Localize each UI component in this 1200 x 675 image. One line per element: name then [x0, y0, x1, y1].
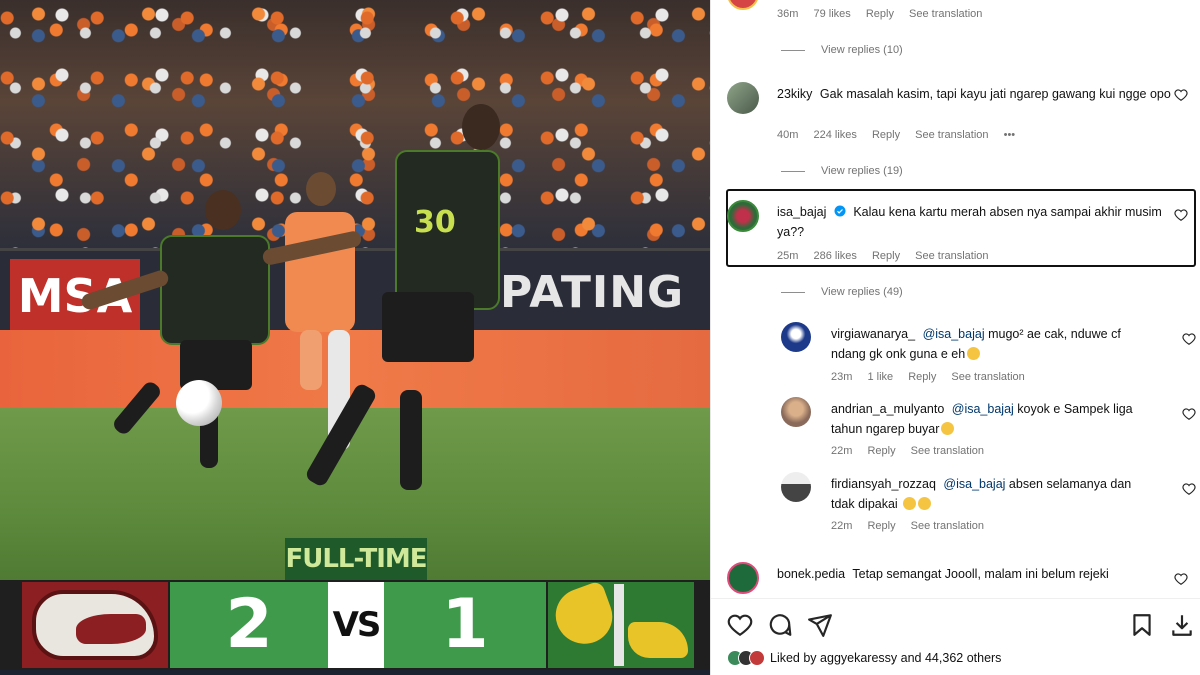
divider — [711, 598, 1200, 599]
comments-panel: 36m 79 likes Reply See translation View … — [710, 0, 1200, 675]
heart-icon[interactable] — [1174, 88, 1188, 102]
comment-text: Tetap semangat Joooll, malam ini belum r… — [852, 567, 1109, 581]
avatar[interactable] — [781, 322, 811, 352]
view-replies-button[interactable]: View replies (19) — [781, 165, 903, 177]
avatar[interactable] — [727, 562, 759, 594]
comment-likes[interactable]: 286 likes — [813, 250, 856, 262]
reply-andrian: andrian_a_mulyanto @isa_bajaj koyok e Sa… — [781, 397, 1196, 467]
avatar[interactable] — [727, 0, 759, 10]
liked-by-suffix[interactable]: and 44,362 others — [901, 651, 1002, 665]
comment-likes[interactable]: 1 like — [867, 371, 893, 383]
liked-by-user[interactable]: aggyekaressy — [820, 651, 897, 665]
heart-icon[interactable] — [1182, 407, 1196, 421]
away-score: 1 — [441, 585, 489, 664]
post-image[interactable]: MSA PATING 30 FULL-TIME 2 VS 1 — [0, 0, 710, 675]
view-replies-label: View replies (10) — [821, 44, 903, 56]
avatar[interactable] — [781, 472, 811, 502]
laughing-emoji-icon — [918, 497, 932, 510]
see-translation-link[interactable]: See translation — [951, 371, 1024, 383]
football — [176, 380, 222, 426]
comment-time: 25m — [777, 250, 799, 262]
reply-button[interactable]: Reply — [908, 371, 936, 383]
comment-top: 36m 79 likes Reply See translation — [727, 0, 1192, 48]
reply-username[interactable]: andrian_a_mulyanto — [831, 402, 944, 416]
share-icon[interactable] — [807, 612, 833, 638]
comment-username[interactable]: 23kiky — [777, 87, 812, 101]
home-score: 2 — [225, 585, 273, 664]
download-icon[interactable] — [1169, 612, 1195, 638]
comment-username[interactable]: bonek.pedia — [777, 567, 845, 581]
view-replies-label: View replies (49) — [821, 286, 903, 298]
liked-by: Liked by aggyekaressy and 44,362 others — [727, 650, 1001, 666]
home-team-logo — [22, 582, 168, 668]
liked-by-prefix: Liked by — [770, 651, 817, 665]
ad-pating-text: PATING — [500, 267, 685, 318]
mention-link[interactable]: @isa_bajaj — [952, 402, 1014, 416]
see-translation-link[interactable]: See translation — [909, 8, 982, 20]
reply-button[interactable]: Reply — [867, 520, 895, 532]
laughing-emoji-icon — [903, 497, 917, 510]
view-replies-label: View replies (19) — [821, 165, 903, 177]
heart-icon[interactable] — [1174, 572, 1188, 586]
comment-time: 40m — [777, 129, 799, 141]
mention-link[interactable]: @isa_bajaj — [923, 327, 985, 341]
action-bar — [727, 610, 1197, 640]
view-replies-button[interactable]: View replies (49) — [781, 286, 903, 298]
reply-button[interactable]: Reply — [872, 250, 900, 262]
comment-username[interactable]: isa_bajaj — [777, 205, 826, 219]
vs-label: VS — [328, 582, 384, 668]
heart-icon[interactable] — [1182, 482, 1196, 496]
mention-link[interactable]: @isa_bajaj — [943, 477, 1005, 491]
comment-time: 23m — [831, 371, 853, 383]
avatar[interactable] — [727, 82, 759, 114]
shirt-number: 30 — [414, 205, 456, 240]
comment-likes[interactable]: 224 likes — [813, 129, 856, 141]
away-team-logo — [548, 580, 694, 668]
comment-bonek-pedia: bonek.pedia Tetap semangat Joooll, malam… — [727, 562, 1192, 598]
see-translation-link[interactable]: See translation — [911, 445, 984, 457]
comment-time: 22m — [831, 445, 853, 457]
comment-time: 22m — [831, 520, 853, 532]
avatar[interactable] — [727, 200, 759, 232]
comment-isa-bajaj: isa_bajaj Kalau kena kartu merah absen n… — [727, 200, 1192, 270]
see-translation-link[interactable]: See translation — [911, 520, 984, 532]
score-bar: 2 VS 1 — [0, 580, 710, 670]
comment-likes[interactable]: 79 likes — [813, 8, 850, 20]
full-time-banner: FULL-TIME — [285, 538, 428, 580]
reply-firdiansyah: firdiansyah_rozzaq @isa_bajaj absen sela… — [781, 472, 1196, 542]
view-replies-button[interactable]: View replies (10) — [781, 44, 903, 56]
reply-virgiawanarya: virgiawanarya_ @isa_bajaj mugo² ae cak, … — [781, 322, 1196, 392]
verified-icon — [834, 205, 846, 217]
see-translation-link[interactable]: See translation — [915, 250, 988, 262]
heart-icon[interactable] — [1182, 332, 1196, 346]
comment-23kiky: 23kiky Gak masalah kasim, tapi kayu jati… — [727, 82, 1192, 152]
more-options-icon[interactable]: ••• — [1004, 129, 1016, 141]
comment-time: 36m — [777, 8, 799, 20]
comment-icon[interactable] — [767, 612, 793, 638]
reply-button[interactable]: Reply — [867, 445, 895, 457]
heart-icon[interactable] — [1174, 208, 1188, 222]
reply-button[interactable]: Reply — [866, 8, 894, 20]
stadium-crowd — [0, 0, 710, 255]
see-translation-link[interactable]: See translation — [915, 129, 988, 141]
liker-avatar[interactable] — [749, 650, 765, 666]
reply-username[interactable]: virgiawanarya_ — [831, 327, 915, 341]
avatar[interactable] — [781, 397, 811, 427]
comment-text: Gak masalah kasim, tapi kayu jati ngarep… — [819, 87, 1171, 101]
grimace-emoji-icon — [941, 422, 955, 435]
reply-username[interactable]: firdiansyah_rozzaq — [831, 477, 936, 491]
bookmark-icon[interactable] — [1129, 612, 1155, 638]
laughing-emoji-icon — [967, 347, 981, 360]
reply-button[interactable]: Reply — [872, 129, 900, 141]
like-heart-icon[interactable] — [727, 612, 753, 638]
